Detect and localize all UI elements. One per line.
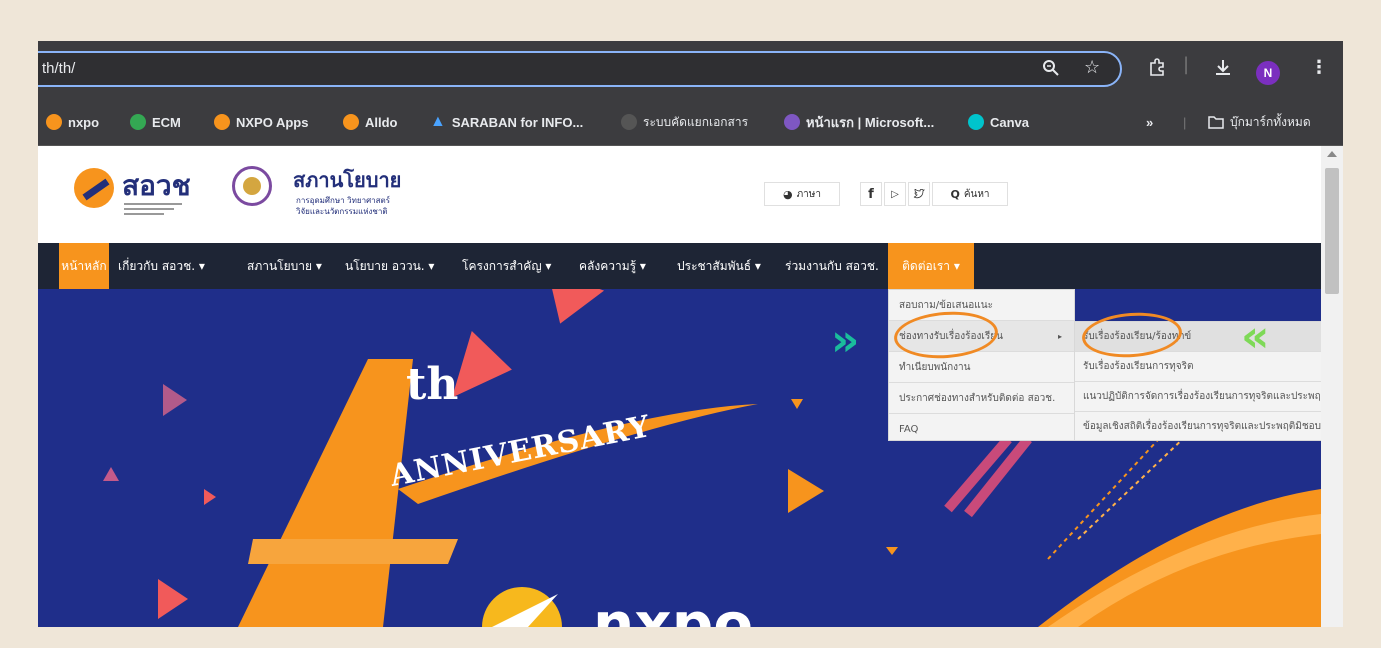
council-title: สภานโยบาย [293,168,402,192]
all-bookmarks-label: บุ๊กมาร์กทั้งหมด [1230,114,1311,129]
all-bookmarks-button[interactable]: บุ๊กมาร์กทั้งหมด [1208,112,1311,132]
main-nav: หน้าหลัก เกี่ยวกับ สอวช. ▾ สภานโยบาย ▾ น… [38,243,1321,289]
bookmark-label: Canva [990,114,1030,130]
bookmark-canva[interactable]: Canva [968,112,1029,132]
bookmark-ecm[interactable]: ECM [130,112,181,132]
bookmark-alldo[interactable]: Alldo [343,112,398,132]
number-four-stroke [238,359,413,627]
menu-item-contact-announcement[interactable]: ประกาศช่องทางสำหรับติดต่อ สอวช. [889,383,1074,414]
submenu-item-corruption-guidelines[interactable]: แนวปฏิบัติการจัดการเรื่องร้องเรียนการทุจ… [1075,382,1321,412]
bookmarks-divider: | [1183,114,1187,130]
number-four-bar [248,539,458,564]
saraban-icon: ▲ [430,113,446,130]
web-page: สอวช สภานโยบาย การอุดมศึกษา วิทยาศาสตร์ … [38,146,1321,627]
council-seal-icon[interactable] [232,166,272,206]
nav-careers[interactable]: ร่วมงานกับ สอวช. [785,243,879,289]
nav-knowledge[interactable]: คลังความรู้ ▾ [579,243,646,289]
bookmark-document-sorting[interactable]: ระบบคัดแยกเอกสาร [621,112,748,132]
profile-avatar[interactable]: N [1256,61,1280,85]
chevron-right-double-icon: » [831,315,860,366]
bookmark-nxpo[interactable]: nxpo [46,112,99,132]
nav-council[interactable]: สภานโยบาย ▾ [247,243,322,289]
language-label: ภาษา [796,188,822,200]
browser-toolbar: th/th/ ☆ | N ⋮ [38,41,1343,99]
ecm-icon [130,114,146,130]
menu-icon[interactable]: ⋮ [1310,58,1328,78]
hero-brand-text: nxpo [593,590,753,627]
bookmark-label: ระบบคัดแยกเอกสาร [643,114,749,129]
menu-item-staff-directory[interactable]: ทำเนียบพนักงาน [889,352,1074,383]
chevron-left-double-icon: « [1241,311,1270,362]
nav-policy[interactable]: นโยบาย อววน. ▾ [345,243,434,289]
facebook-icon[interactable]: f [860,182,882,206]
canva-icon [968,114,984,130]
toolbar-divider: | [1183,54,1190,75]
nav-about[interactable]: เกี่ยวกับ สอวช. ▾ [118,243,205,289]
youtube-icon[interactable]: ▷ [884,182,906,206]
download-icon[interactable] [1214,58,1232,81]
scrollbar-thumb[interactable] [1325,168,1339,294]
bookmark-nxpo-apps[interactable]: NXPO Apps [214,112,308,132]
globe-icon: ◕ [782,187,793,201]
submenu-item-complaint-statistics[interactable]: ข้อมูลเชิงสถิติเรื่องร้องเรียนการทุจริตแ… [1075,412,1321,441]
nav-key-projects[interactable]: โครงการสำคัญ ▾ [462,243,551,289]
bookmarks-overflow-button[interactable]: » [1146,112,1153,132]
globe-icon [621,114,637,130]
extensions-icon[interactable] [1148,58,1166,81]
zoom-icon[interactable] [1042,59,1060,82]
nav-pr[interactable]: ประชาสัมพันธ์ ▾ [677,243,761,289]
dashed-line [1077,433,1189,540]
nxpo-logo-subtext [124,202,184,220]
search-button[interactable]: Q ค้นหา [932,182,1008,206]
bookmark-label: nxpo [68,114,100,130]
address-bar[interactable]: th/th/ [38,51,1122,87]
nxpo-icon [46,114,62,130]
site-header: สอวช สภานโยบาย การอุดมศึกษา วิทยาศาสตร์ … [38,146,1321,242]
search-label: ค้นหา [963,188,990,200]
star-icon[interactable]: ☆ [1084,58,1100,78]
address-bar-text: th/th/ [42,60,76,77]
bookmark-label: NXPO Apps [236,114,309,130]
nav-contact[interactable]: ติดต่อเรา ▾ [888,243,974,289]
folder-icon [1208,116,1224,129]
bookmark-label: SARABAN for INFO... [451,114,584,130]
dashed-line [1047,428,1169,560]
bookmark-label: หน้าแรก | Microsoft... [806,114,935,130]
page-scrollbar[interactable] [1321,146,1343,627]
nav-home[interactable]: หน้าหลัก [59,243,109,289]
bookmark-microsoft[interactable]: หน้าแรก | Microsoft... [784,112,934,132]
bookmarks-bar: nxpo ECM NXPO Apps Alldo ▲ SARABAN for IN… [38,99,1343,146]
search-icon: Q [950,187,960,201]
browser-window: th/th/ ☆ | N ⋮ nxpo ECM NXPO Apps Alldo … [38,41,1343,627]
contact-dropdown: สอบถาม/ข้อเสนอแนะ ช่องทางรับเรื่องร้องเร… [888,289,1075,441]
scroll-up-arrow-icon[interactable] [1327,151,1337,157]
seal-emblem [243,177,261,195]
microsoft-icon [784,114,800,130]
twitter-icon[interactable] [908,182,930,206]
submenu-arrow-icon: ▸ [1057,332,1062,341]
nxpo-apps-icon [214,114,230,130]
alldo-icon [343,114,359,130]
bookmark-label: ECM [152,114,181,130]
bookmark-saraban[interactable]: ▲ SARABAN for INFO... [430,112,583,132]
menu-item-faq[interactable]: FAQ [889,414,1074,441]
bookmark-label: Alldo [365,114,398,130]
council-subtitle-line2: วิจัยและนวัตกรรมแห่งชาติ [296,207,388,216]
hero-th-text: th [406,359,459,410]
language-button[interactable]: ◕ ภาษา [764,182,840,206]
